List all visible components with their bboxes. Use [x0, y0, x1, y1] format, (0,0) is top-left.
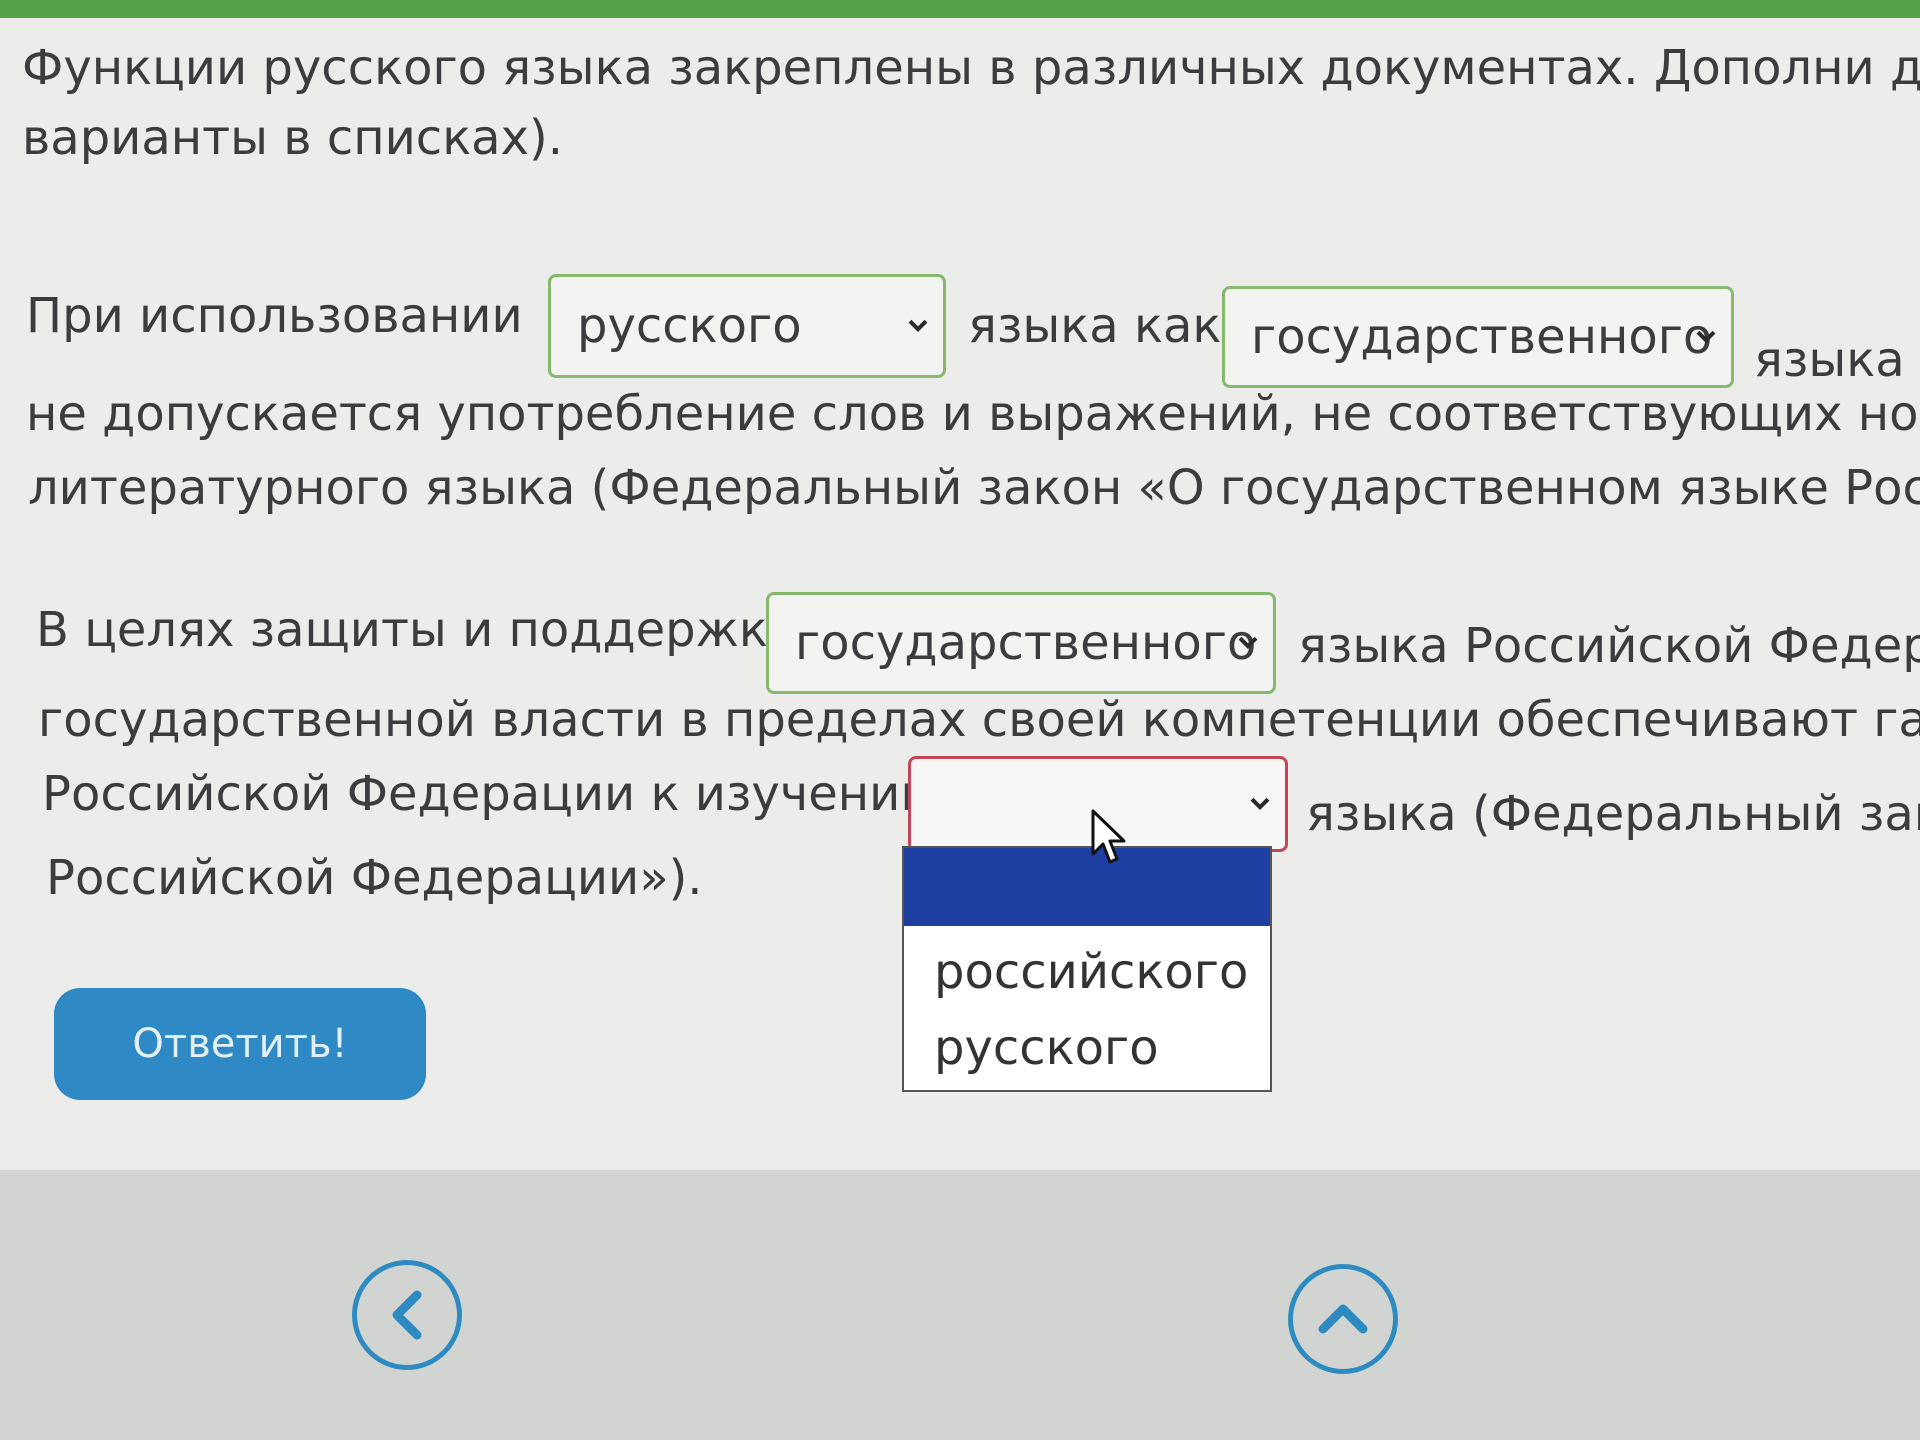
select-3-status[interactable]: государственного — [766, 592, 1276, 694]
select-2-value: государственного — [1251, 309, 1713, 365]
navigation-footer — [0, 1174, 1920, 1440]
select-1-value: русского — [577, 298, 802, 354]
chevron-up-icon — [1318, 1304, 1368, 1334]
select-2-status[interactable]: государственного — [1222, 286, 1734, 388]
chevron-down-icon — [1238, 636, 1258, 650]
top-accent-bar — [0, 0, 1920, 18]
sentence1-line-3: литературного языка (Федеральный закон «… — [28, 460, 1920, 516]
sentence1-text-before: При использовании — [26, 288, 523, 344]
sentence2-text-before-select4: Российской Федерации к изучению — [42, 766, 941, 822]
dropdown-option-rossiyskogo[interactable]: российского — [904, 936, 1270, 1008]
sentence1-text-between: языка как — [968, 298, 1222, 354]
sentence1-text-after: языка Р — [1754, 332, 1920, 388]
back-button[interactable] — [352, 1260, 462, 1370]
sentence1-line-2: не допускается употребление слов и выраж… — [26, 386, 1920, 442]
up-button[interactable] — [1288, 1264, 1398, 1374]
chevron-down-icon — [1250, 797, 1270, 811]
sentence2-line-4: Российской Федерации»). — [46, 850, 703, 906]
instructions-line-2: варианты в списках). — [22, 110, 563, 166]
mouse-cursor-icon — [1091, 809, 1126, 864]
dropdown-option-russkogo[interactable]: русского — [904, 1012, 1270, 1084]
dropdown-option-empty[interactable] — [904, 848, 1270, 926]
sentence2-text-after-select4: языка (Федеральный закон — [1306, 786, 1920, 842]
chevron-left-icon — [392, 1290, 422, 1340]
chevron-down-icon — [1696, 330, 1716, 344]
chevron-down-icon — [908, 319, 928, 333]
sentence2-text-after: языка Российской Федерац — [1298, 618, 1920, 674]
answer-button[interactable]: Ответить! — [54, 988, 426, 1100]
sentence2-text-before: В целях защиты и поддержки — [36, 602, 800, 658]
select-4-dropdown-list: российского русского — [902, 846, 1272, 1092]
instructions-line-1: Функции русского языка закреплены в разл… — [22, 40, 1920, 96]
select-1-language[interactable]: русского — [548, 274, 946, 378]
sentence2-line-2: государственной власти в пределах своей … — [38, 692, 1920, 748]
select-3-value: государственного — [795, 615, 1257, 671]
